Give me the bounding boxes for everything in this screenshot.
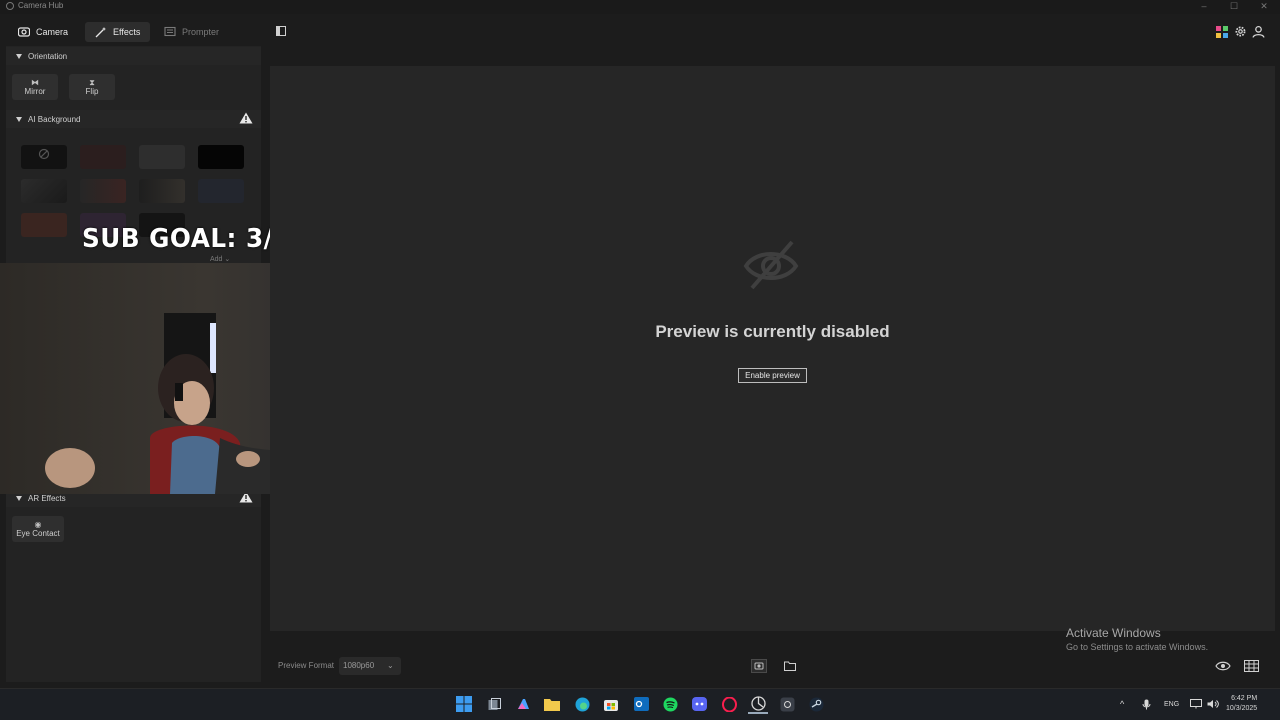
chevron-down-icon — [16, 495, 22, 501]
eye-contact-label: Eye Contact — [16, 529, 60, 538]
start-icon[interactable] — [454, 694, 474, 714]
flip-button[interactable]: ⧗ Flip — [69, 74, 115, 100]
tab-effects[interactable]: Effects — [85, 22, 151, 42]
add-background-label: Add — [210, 256, 223, 263]
tab-prompter[interactable]: Prompter — [154, 22, 229, 42]
maximize-icon[interactable]: ☐ — [1226, 0, 1242, 12]
tab-effects-label: Effects — [113, 27, 141, 37]
tray-overflow-icon[interactable]: ^ — [1120, 699, 1124, 709]
ai-background-header[interactable]: AI Background — [6, 110, 261, 128]
background-light-thumbnail[interactable] — [139, 145, 185, 169]
file-explorer-icon[interactable] — [542, 694, 562, 714]
system-clock[interactable]: 6:42 PM 10/3/2025 — [1226, 694, 1257, 714]
copilot-icon[interactable] — [513, 694, 533, 714]
steam-icon[interactable] — [806, 694, 826, 714]
outlook-icon[interactable] — [631, 694, 651, 714]
apps-grid-icon[interactable] — [1216, 26, 1228, 38]
clock-time: 6:42 PM — [1231, 695, 1258, 702]
preview-format-select[interactable]: 1080p60 ⌄ — [339, 657, 401, 675]
prompter-icon — [164, 26, 176, 37]
mirror-button[interactable]: ⧓ Mirror — [12, 74, 58, 100]
gear-icon[interactable] — [1234, 25, 1247, 38]
user-icon[interactable] — [1252, 25, 1265, 38]
camera-icon — [18, 27, 30, 37]
mirror-label: Mirror — [24, 87, 46, 96]
background-image-thumbnail[interactable] — [80, 179, 126, 203]
capture-app-icon[interactable] — [777, 694, 797, 714]
volume-icon[interactable] — [1207, 699, 1219, 709]
activate-windows-title: Activate Windows — [1066, 626, 1161, 640]
language-indicator[interactable]: ENG — [1164, 701, 1179, 708]
chevron-down-icon: ⌄ — [387, 661, 394, 670]
eye-icon: ◉ — [34, 520, 42, 529]
panel-toggle-icon[interactable] — [276, 26, 286, 36]
tab-camera[interactable]: Camera — [8, 22, 78, 42]
grid-icon[interactable] — [1244, 660, 1259, 672]
background-none-thumbnail[interactable] — [21, 145, 67, 169]
eye-off-icon — [743, 240, 799, 290]
background-image-thumbnail[interactable] — [21, 179, 67, 203]
eye-contact-button[interactable]: ◉ Eye Contact — [12, 516, 64, 542]
orientation-title: Orientation — [28, 51, 68, 61]
task-view-icon[interactable] — [484, 694, 504, 714]
camera-preview-area — [270, 66, 1275, 631]
preview-disabled-message: Preview is currently disabled — [655, 322, 890, 341]
chevron-down-icon — [16, 116, 22, 122]
warning-icon — [239, 112, 253, 124]
ai-background-title: AI Background — [28, 114, 81, 124]
activate-windows-watermark: Activate Windows Go to Settings to activ… — [1066, 626, 1208, 652]
network-icon[interactable] — [1190, 699, 1202, 709]
store-icon[interactable] — [601, 694, 621, 714]
preview-format-label: Preview Format — [278, 661, 335, 670]
background-image-thumbnail[interactable] — [21, 213, 67, 237]
screenshot-icon[interactable] — [751, 659, 767, 673]
camera-hub-taskbar-icon[interactable] — [748, 694, 768, 714]
ar-effects-title: AR Effects — [28, 493, 66, 503]
no-background-icon — [38, 148, 50, 160]
tab-camera-label: Camera — [36, 27, 69, 37]
background-black-thumbnail[interactable] — [198, 145, 244, 169]
close-icon[interactable]: ✕ — [1256, 0, 1272, 12]
camera-hub-window: Camera Hub – ☐ ✕ Camera Effects Prompter… — [0, 0, 1280, 720]
flip-label: Flip — [85, 87, 99, 96]
clock-date: 10/3/2025 — [1226, 705, 1258, 712]
preview-format-value: 1080p60 — [343, 661, 375, 670]
window-title: Camera Hub — [18, 1, 64, 10]
spotify-icon[interactable] — [660, 694, 680, 714]
minimize-icon[interactable]: – — [1196, 0, 1212, 12]
app-icon — [6, 2, 14, 10]
background-image-thumbnail[interactable] — [139, 179, 185, 203]
enable-preview-button[interactable]: Enable preview — [738, 368, 807, 383]
activate-windows-subtitle: Go to Settings to activate Windows. — [1066, 642, 1209, 652]
edge-icon[interactable] — [572, 694, 592, 714]
add-background-button[interactable]: Add ⌄ — [210, 255, 230, 263]
chevron-down-icon — [16, 53, 22, 59]
magic-wand-icon — [95, 27, 106, 38]
orientation-header[interactable]: Orientation — [6, 47, 261, 65]
discord-icon[interactable] — [689, 694, 709, 714]
microphone-icon[interactable] — [1142, 699, 1151, 710]
eye-icon[interactable] — [1215, 660, 1231, 672]
background-image-thumbnail[interactable] — [198, 179, 244, 203]
title-bar: Camera Hub – ☐ ✕ — [0, 0, 1280, 14]
opera-gx-icon[interactable] — [719, 694, 739, 714]
flip-icon: ⧗ — [89, 78, 95, 87]
mirror-icon: ⧓ — [31, 78, 39, 87]
tab-prompter-label: Prompter — [182, 27, 220, 37]
folder-icon[interactable] — [784, 661, 796, 671]
background-blur-thumbnail[interactable] — [80, 145, 126, 169]
